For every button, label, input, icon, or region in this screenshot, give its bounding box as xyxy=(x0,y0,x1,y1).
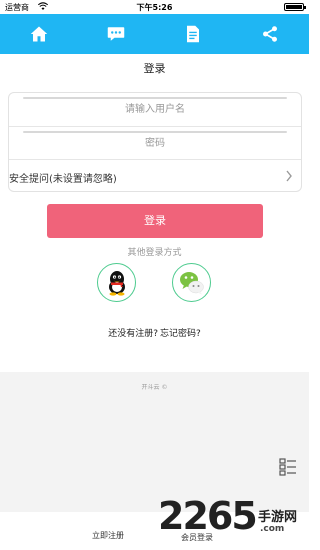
bottom-nav: 立即注册 会员登录 xyxy=(0,512,309,550)
list-menu-icon[interactable] xyxy=(279,458,297,476)
account-links: 还没有注册? 忘记密码? xyxy=(0,326,309,339)
forgot-password-link[interactable]: 忘记密码? xyxy=(160,329,201,339)
footer-copyright: 开斗云 © xyxy=(141,384,168,391)
nav-share-button[interactable] xyxy=(232,14,309,54)
register-now-link[interactable]: 立即注册 xyxy=(92,530,124,541)
username-row xyxy=(9,93,301,126)
qq-login-button[interactable] xyxy=(97,263,136,302)
footer-area: 开斗云 © xyxy=(0,372,309,512)
message-icon xyxy=(107,27,125,41)
qq-icon xyxy=(109,271,125,296)
nav-message-button[interactable] xyxy=(77,14,154,54)
nav-document-button[interactable] xyxy=(155,14,232,54)
battery-icon xyxy=(284,3,306,11)
share-icon xyxy=(263,26,278,42)
register-link[interactable]: 还没有注册? xyxy=(108,329,158,339)
status-bar: 运营商 下午5:26 xyxy=(0,0,309,14)
security-question-label: 安全提问(未设置请忽略) xyxy=(9,174,117,185)
login-form: 安全提问(未设置请忽略) xyxy=(8,92,302,192)
page-title: 登录 xyxy=(143,62,166,75)
wechat-icon xyxy=(180,272,204,295)
member-login-link[interactable]: 会员登录 xyxy=(181,532,213,543)
other-login-label: 其他登录方式 xyxy=(127,248,182,258)
login-button[interactable]: 登录 xyxy=(47,204,263,238)
password-row xyxy=(9,126,301,159)
field-divider xyxy=(23,97,287,99)
status-time: 下午5:26 xyxy=(136,3,173,12)
home-icon xyxy=(30,26,47,42)
field-divider xyxy=(23,131,287,133)
chevron-right-icon xyxy=(286,170,292,182)
nav-home-button[interactable] xyxy=(0,14,77,54)
security-question-row[interactable]: 安全提问(未设置请忽略) xyxy=(9,159,301,192)
document-icon xyxy=(187,25,200,43)
wechat-login-button[interactable] xyxy=(172,263,211,302)
top-nav-bar xyxy=(0,14,309,54)
